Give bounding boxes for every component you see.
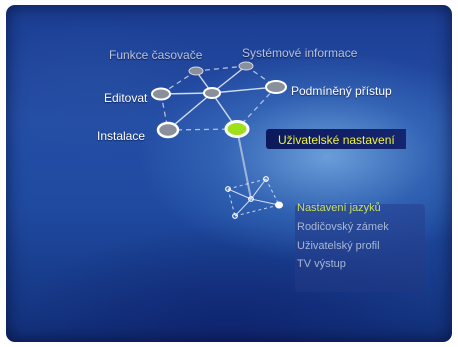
submenu-item-tv-output[interactable]: TV výstup bbox=[297, 258, 346, 271]
menu-item-system-info[interactable]: Systémové informace bbox=[242, 46, 357, 60]
dashed-connections bbox=[160, 65, 277, 131]
menu-item-user-settings[interactable]: Uživatelské nastavení bbox=[278, 133, 395, 147]
submenu-network bbox=[227, 178, 280, 217]
submenu-item-language[interactable]: Nastavení jazyků bbox=[297, 202, 381, 215]
solid-connections bbox=[160, 65, 277, 131]
node-center bbox=[203, 87, 221, 99]
node-edit[interactable] bbox=[151, 87, 171, 101]
node-system-info[interactable] bbox=[238, 61, 254, 71]
menu-item-installation[interactable]: Instalace bbox=[97, 129, 145, 143]
subnode-active bbox=[275, 201, 283, 209]
menu-item-edit[interactable]: Editovat bbox=[104, 91, 147, 105]
submenu-spokes bbox=[227, 178, 280, 217]
menu-item-conditional-access[interactable]: Podmíněný přístup bbox=[291, 84, 392, 98]
node-installation[interactable] bbox=[156, 121, 180, 139]
tv-screen: Funkce časovače Systémové informace Edit… bbox=[6, 5, 452, 342]
submenu-item-user-profile[interactable]: Uživatelský profil bbox=[297, 240, 380, 253]
submenu-item-parental-lock[interactable]: Rodičovský zámek bbox=[297, 221, 389, 234]
node-timer[interactable] bbox=[188, 66, 204, 76]
node-conditional-access[interactable] bbox=[265, 80, 287, 94]
submenu-connector bbox=[236, 128, 252, 200]
menu-item-timer[interactable]: Funkce časovače bbox=[109, 48, 202, 62]
node-user-settings[interactable] bbox=[224, 120, 250, 138]
